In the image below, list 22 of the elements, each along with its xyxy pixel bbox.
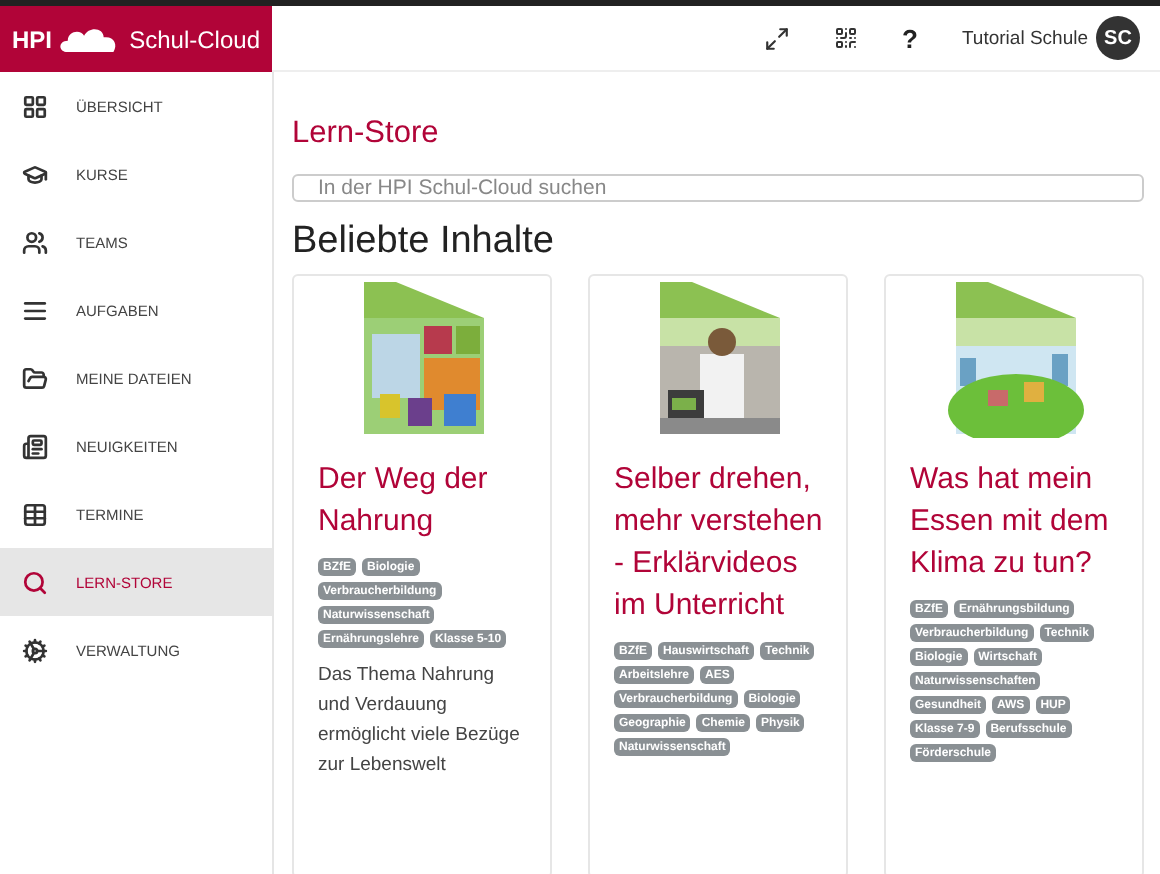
table-icon xyxy=(22,501,48,527)
card-title[interactable]: Was hat mein Essen mit dem Klima zu tun? xyxy=(910,458,1122,584)
gear-icon xyxy=(22,637,48,663)
card-title[interactable]: Selber drehen, mehr verstehen - Erklärvideos im Unterricht xyxy=(614,458,826,626)
card-description: Das Thema Nahrung und Verdauung ermöglicht viele Bezüge zur Lebenswelt xyxy=(318,662,522,780)
section-title: Beliebte Inhalte xyxy=(292,220,556,264)
newspaper-icon xyxy=(22,433,48,459)
user-avatar[interactable]: SC xyxy=(1096,16,1140,60)
page-title: Lern-Store xyxy=(292,116,441,152)
grid-icon xyxy=(22,93,48,119)
user-name: Tutorial Schule xyxy=(961,27,1088,49)
folder-icon xyxy=(22,365,48,391)
list-icon xyxy=(22,297,48,323)
search-icon xyxy=(22,569,48,595)
help-button[interactable]: ? xyxy=(902,23,918,53)
search-field[interactable]: In der HPI Schul-Cloud suchen xyxy=(292,174,1144,202)
card-title[interactable]: Der Weg der Nahrung xyxy=(318,458,530,542)
logo[interactable]: HPI Schul-Cloud xyxy=(0,6,272,72)
fullscreen-icon[interactable] xyxy=(764,25,791,51)
users-icon xyxy=(22,229,48,255)
qr-code-icon[interactable] xyxy=(834,26,859,50)
graduation-cap-icon xyxy=(22,161,48,187)
